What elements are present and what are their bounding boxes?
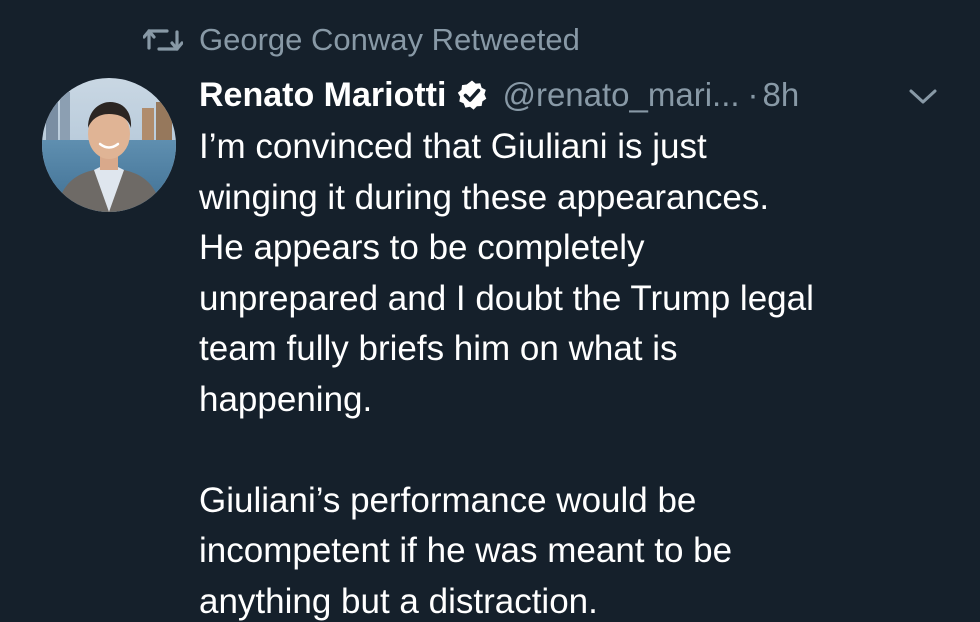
tweet-line: I’m convinced that Giuliani is just bbox=[199, 127, 707, 166]
avatar[interactable] bbox=[42, 78, 176, 212]
retweet-context[interactable]: George Conway Retweeted bbox=[143, 20, 580, 60]
tweet-line: He appears to be completely bbox=[199, 228, 645, 267]
verified-badge-icon bbox=[458, 80, 487, 110]
tweet-line: unprepared and I doubt the Trump legal bbox=[199, 278, 814, 318]
tweet-line: team fully briefs him on what is bbox=[199, 329, 678, 368]
retweet-icon bbox=[143, 29, 183, 51]
tweet-timestamp[interactable]: 8h bbox=[763, 76, 800, 114]
tweet-text: I’m convinced that Giuliani is just wing… bbox=[199, 122, 969, 622]
chevron-down-icon[interactable] bbox=[906, 86, 940, 106]
tweet-header: Renato Mariotti @renato_mari... · 8h bbox=[199, 72, 799, 118]
author-name[interactable]: Renato Mariotti bbox=[199, 76, 446, 115]
author-handle[interactable]: @renato_mari... bbox=[502, 76, 739, 114]
tweet-line: Giuliani’s performance would be bbox=[199, 480, 697, 520]
tweet-line: incompetent if he was meant to be bbox=[199, 531, 733, 570]
avatar-photo bbox=[42, 78, 176, 212]
separator-dot: · bbox=[747, 76, 759, 113]
tweet-line: winging it during these appearances. bbox=[199, 177, 770, 217]
tweet-line: anything but a distraction. bbox=[199, 581, 598, 621]
tweet-line: happening. bbox=[199, 379, 373, 419]
retweeted-by-text: George Conway Retweeted bbox=[199, 22, 580, 57]
